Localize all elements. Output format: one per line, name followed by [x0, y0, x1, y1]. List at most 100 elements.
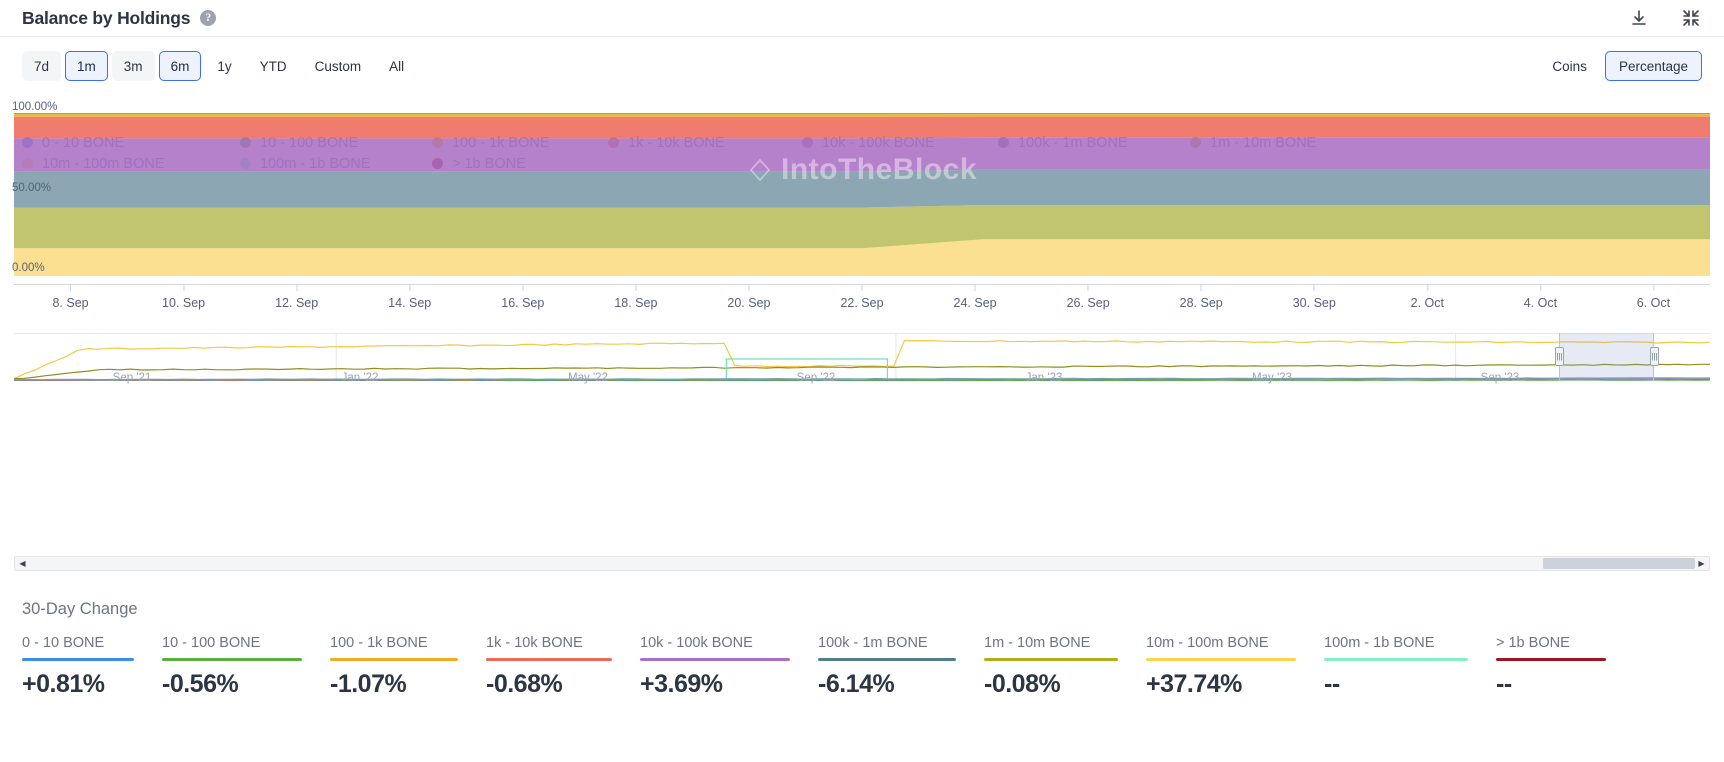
- stat-cell-0: 0 - 10 BONE +0.81%: [22, 635, 134, 699]
- stat-color-rule: [1496, 658, 1606, 661]
- navigator-label-2: May '22: [568, 372, 608, 384]
- stats-title: 30-Day Change: [22, 600, 138, 618]
- range-button-7d[interactable]: 7d: [22, 51, 62, 81]
- stat-label: > 1b BONE: [1496, 635, 1570, 651]
- scroll-right-icon[interactable]: ▶: [1694, 557, 1709, 570]
- x-axis-tick-4: 16. Sep: [501, 284, 544, 310]
- stats-row: 0 - 10 BONE +0.81% 10 - 100 BONE -0.56% 100 …: [22, 635, 1702, 699]
- x-axis-tick-10: 28. Sep: [1180, 284, 1223, 310]
- stat-cell-8: 100m - 1b BONE --: [1324, 635, 1468, 699]
- range-button-custom[interactable]: Custom: [302, 51, 374, 81]
- stat-color-rule: [22, 658, 134, 661]
- x-axis-tick-5: 18. Sep: [614, 284, 657, 310]
- x-axis-tick-label: 28. Sep: [1179, 296, 1223, 310]
- x-axis-tick-2: 12. Sep: [275, 284, 318, 310]
- navigator-label-5: May '23: [1252, 372, 1292, 384]
- x-axis: 8. Sep 10. Sep 12. Sep 14. Sep 16. Sep 18. Se…: [14, 284, 1710, 314]
- stat-color-rule: [640, 658, 790, 661]
- x-axis-tick-label: 16. Sep: [501, 296, 545, 310]
- download-icon[interactable]: [1628, 7, 1650, 29]
- x-axis-tick-label: 20. Sep: [727, 296, 771, 310]
- stat-cell-7: 10m - 100m BONE +37.74%: [1146, 635, 1296, 699]
- range-button-all[interactable]: All: [377, 51, 417, 81]
- tick-mark: [1087, 284, 1089, 291]
- chart-navigator[interactable]: Sep '21 Jan '22 May '22 Sep '22 Jan '23 May '…: [14, 333, 1710, 395]
- navigator-label-4: Jan '23: [1025, 372, 1063, 384]
- stat-value: --: [1496, 669, 1512, 698]
- stat-color-rule: [486, 658, 612, 661]
- stat-color-rule: [162, 658, 302, 661]
- x-axis-tick-0: 8. Sep: [52, 284, 89, 310]
- stat-label: 10 - 100 BONE: [162, 635, 261, 651]
- stat-label: 1k - 10k BONE: [486, 635, 583, 651]
- change-summary: 30-Day Change 0 - 10 BONE +0.81% 10 - 100 …: [0, 600, 1724, 699]
- tick-mark: [1539, 284, 1541, 291]
- stat-value: +0.81%: [22, 669, 105, 698]
- stat-cell-2: 100 - 1k BONE -1.07%: [330, 635, 458, 699]
- navigator-right-handle[interactable]: |||: [1650, 347, 1659, 366]
- chart-scrollbar[interactable]: ◀ ▶: [14, 556, 1710, 571]
- area-100k-1m-bone: [14, 169, 1710, 208]
- stat-color-rule: [818, 658, 956, 661]
- navigator-label-6: Sep '23: [1480, 372, 1520, 384]
- stat-color-rule: [1146, 658, 1296, 661]
- chart-plot-area: [14, 113, 1710, 276]
- tick-mark: [748, 284, 750, 291]
- stat-cell-6: 1m - 10m BONE -0.08%: [984, 635, 1118, 699]
- x-axis-tick-1: 10. Sep: [162, 284, 205, 310]
- stat-cell-5: 100k - 1m BONE -6.14%: [818, 635, 956, 699]
- x-axis-tick-14: 6. Oct: [1637, 284, 1670, 310]
- stat-label: 0 - 10 BONE: [22, 635, 105, 651]
- area-10k-100k-bone: [14, 137, 1710, 172]
- x-axis-tick-label: 24. Sep: [953, 296, 997, 310]
- navigator-left-handle[interactable]: |||: [1555, 347, 1564, 366]
- x-axis-tick-label: 2. Oct: [1410, 296, 1444, 310]
- time-range-selector: 7d 1m 3m 6m 1y YTD Custom All: [22, 51, 417, 81]
- tick-mark: [861, 284, 863, 291]
- tick-mark: [1652, 284, 1654, 291]
- x-axis-tick-12: 2. Oct: [1411, 284, 1444, 310]
- tick-mark: [1426, 284, 1428, 291]
- stat-label: 10m - 100m BONE: [1146, 635, 1269, 651]
- scroll-left-icon[interactable]: ◀: [15, 557, 30, 570]
- x-axis-tick-label: 30. Sep: [1292, 296, 1336, 310]
- area-100-1k-bone: [14, 114, 1710, 117]
- tick-mark: [522, 284, 524, 291]
- mode-button-percentage[interactable]: Percentage: [1604, 51, 1702, 81]
- range-button-6m[interactable]: 6m: [158, 51, 202, 81]
- y-axis-label-100: 100.00%: [12, 101, 58, 113]
- range-button-1y[interactable]: 1y: [205, 51, 244, 81]
- stat-value: -0.56%: [162, 669, 239, 698]
- area-10-100-bone: [14, 113, 1710, 115]
- mode-button-coins[interactable]: Coins: [1538, 51, 1601, 81]
- x-axis-tick-13: 4. Oct: [1524, 284, 1557, 310]
- unit-mode-selector: Coins Percentage: [1538, 51, 1702, 81]
- balance-by-holdings-widget: Balance by Holdings ? 7d 1m 3m 6m 1y YTD Custo…: [0, 0, 1724, 762]
- x-axis-tick-7: 22. Sep: [840, 284, 884, 310]
- stat-label: 10k - 100k BONE: [640, 635, 753, 651]
- x-axis-tick-label: 26. Sep: [1066, 296, 1110, 310]
- navigator-label-3: Sep '22: [796, 372, 836, 384]
- navigator-preview: [14, 333, 1710, 381]
- range-button-1m[interactable]: 1m: [65, 51, 108, 81]
- x-axis-tick-label: 4. Oct: [1523, 296, 1558, 310]
- stat-cell-1: 10 - 100 BONE -0.56%: [162, 635, 302, 699]
- scrollbar-thumb[interactable]: [1543, 558, 1695, 569]
- x-axis-tick-label: 14. Sep: [388, 296, 432, 310]
- tick-mark: [974, 284, 976, 291]
- collapse-icon[interactable]: [1680, 7, 1702, 29]
- range-button-ytd[interactable]: YTD: [247, 51, 299, 81]
- x-axis-tick-label: 18. Sep: [614, 296, 658, 310]
- tick-mark: [1313, 284, 1315, 291]
- navigator-selection-window[interactable]: [1559, 333, 1654, 381]
- stat-cell-3: 1k - 10k BONE -0.68%: [486, 635, 612, 699]
- range-button-3m[interactable]: 3m: [111, 51, 155, 81]
- x-axis-tick-9: 26. Sep: [1067, 284, 1110, 310]
- x-axis-tick-label: 12. Sep: [275, 296, 319, 310]
- question-mark-icon[interactable]: ?: [200, 10, 217, 26]
- navigator-label-0: Sep '21: [112, 372, 152, 384]
- stat-label: 100 - 1k BONE: [330, 635, 428, 651]
- x-axis-tick-label: 8. Sep: [52, 296, 89, 310]
- stat-cell-9: > 1b BONE --: [1496, 635, 1606, 699]
- x-axis-tick-label: 10. Sep: [162, 296, 206, 310]
